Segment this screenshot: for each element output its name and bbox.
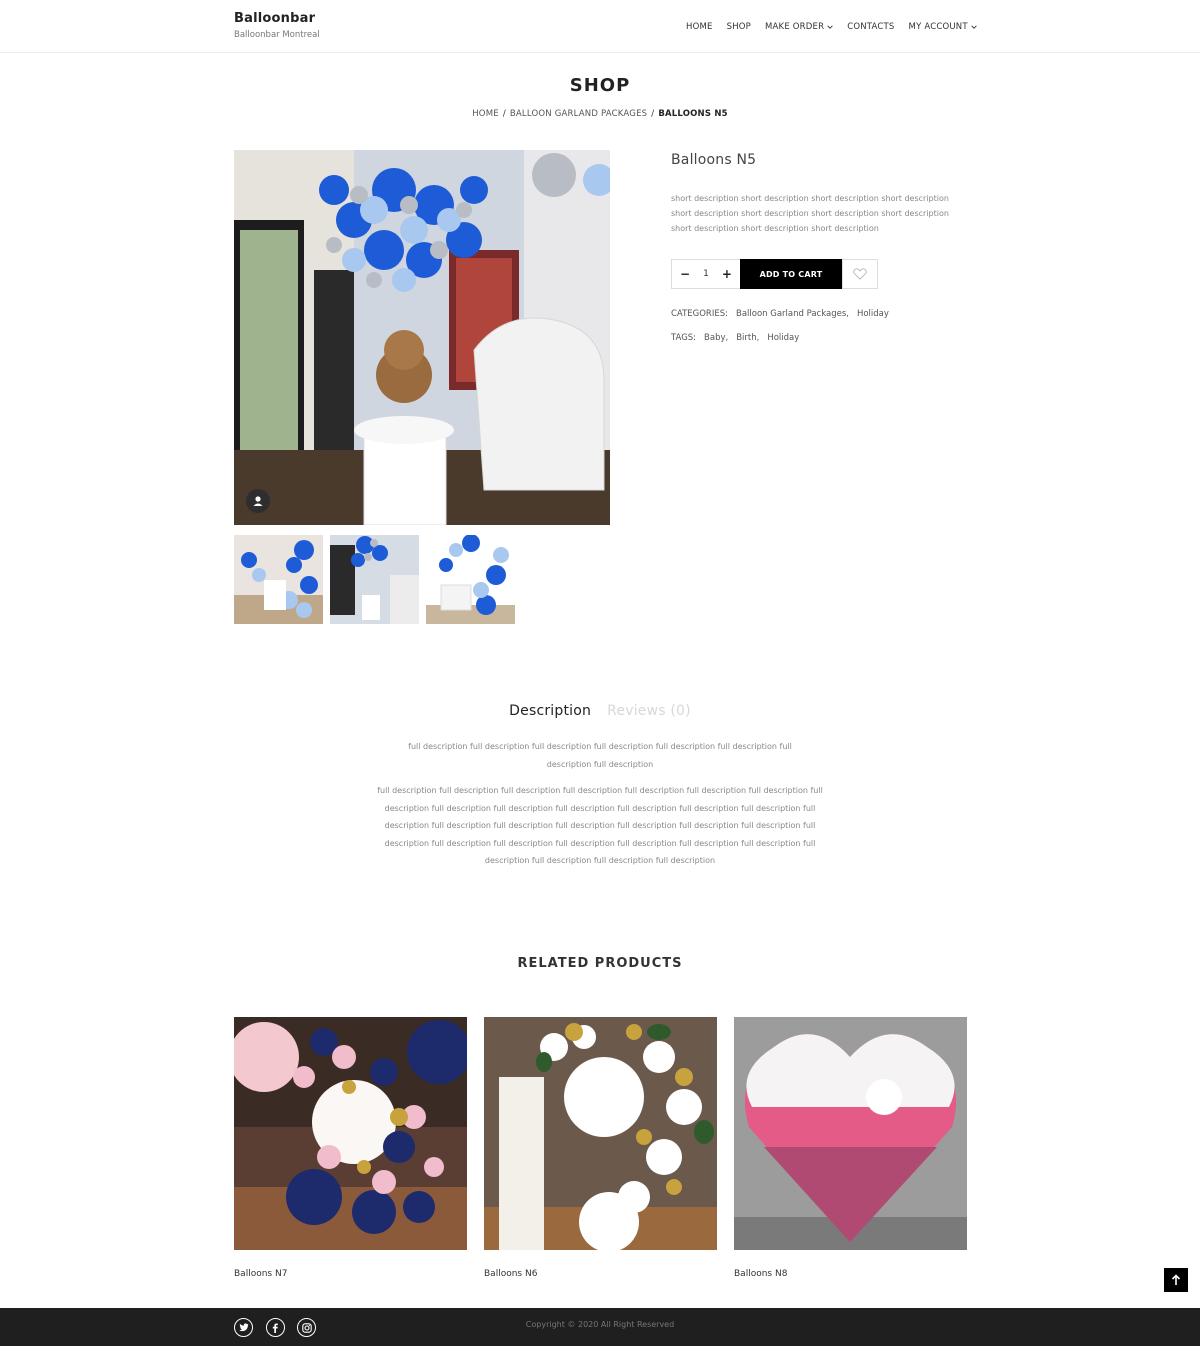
nav-contacts-label: CONTACTS [847, 22, 895, 32]
product-photo [484, 1017, 717, 1250]
nav-my-account[interactable]: MY ACCOUNT [909, 22, 977, 32]
main-nav: HOME SHOP MAKE ORDER CONTACTS MY ACCOUNT [686, 22, 991, 32]
scroll-to-top-button[interactable] [1164, 1268, 1188, 1292]
page-title: SHOP [569, 75, 631, 96]
tag-link[interactable]: Baby, [704, 333, 728, 343]
chevron-down-icon [971, 25, 977, 29]
thumbnail-image [330, 535, 419, 624]
category-link[interactable]: Balloon Garland Packages, [736, 309, 849, 319]
breadcrumb-category[interactable]: BALLOON GARLAND PACKAGES [510, 109, 647, 119]
wishlist-button[interactable] [842, 259, 878, 289]
tag-link[interactable]: Holiday [767, 333, 799, 343]
related-product-image[interactable] [484, 1017, 717, 1250]
nav-shop-label: SHOP [726, 22, 751, 32]
related-product-image[interactable] [234, 1017, 467, 1250]
chevron-down-icon [827, 25, 833, 29]
product-tabs: Description Reviews (0) [0, 703, 1200, 719]
breadcrumb-separator: / [502, 109, 506, 119]
breadcrumb: HOME / BALLOON GARLAND PACKAGES / BALLOONS N… [0, 109, 1200, 119]
arrow-up-icon [1171, 1274, 1181, 1285]
product-photo [234, 1017, 467, 1250]
thumbnail-image [234, 535, 323, 624]
thumbnail-1[interactable] [234, 535, 323, 624]
tab-reviews[interactable]: Reviews (0) [607, 703, 691, 719]
related-product-name[interactable]: Balloons N8 [734, 1269, 967, 1279]
related-product-image[interactable] [734, 1017, 967, 1250]
nav-make-order[interactable]: MAKE ORDER [765, 22, 833, 32]
related-products-title: RELATED PRODUCTS [517, 956, 683, 971]
breadcrumb-separator: / [651, 109, 655, 119]
nav-shop[interactable]: SHOP [727, 22, 751, 32]
related-product-card[interactable]: Balloons N6 [484, 1017, 717, 1279]
tab-description[interactable]: Description [509, 703, 591, 719]
quantity-stepper: − 1 + [671, 259, 741, 289]
category-link[interactable]: Holiday [857, 309, 889, 319]
product-photo [234, 150, 610, 525]
nav-make-order-label: MAKE ORDER [765, 22, 825, 32]
brand[interactable]: Balloonbar Balloonbar Montreal [234, 11, 320, 40]
description-paragraph: full description full description full d… [408, 742, 792, 769]
tags-label: TAGS: [671, 333, 697, 343]
thumbnail-3[interactable] [426, 535, 515, 624]
quantity-increase-button[interactable]: + [722, 268, 732, 280]
tag-link[interactable]: Birth, [736, 333, 759, 343]
thumbnail-gallery [234, 535, 522, 624]
related-product-name[interactable]: Balloons N6 [484, 1269, 717, 1279]
user-avatar-button[interactable] [246, 489, 270, 513]
quantity-input[interactable]: 1 [703, 269, 709, 279]
add-to-cart-button[interactable]: ADD TO CART [740, 259, 842, 289]
thumbnail-image [426, 535, 515, 624]
breadcrumb-home[interactable]: HOME [472, 109, 499, 119]
product-tags: TAGS: Baby, Birth, Holiday [671, 333, 807, 343]
user-icon [253, 496, 263, 506]
description-paragraph: full description full description full d… [377, 786, 823, 865]
nav-my-account-label: MY ACCOUNT [908, 22, 968, 32]
product-short-description: short description short description shor… [671, 194, 949, 233]
product-title: Balloons N5 [671, 152, 757, 168]
heart-icon [853, 268, 867, 280]
thumbnail-2[interactable] [330, 535, 419, 624]
related-product-card[interactable]: Balloons N8 [734, 1017, 967, 1279]
breadcrumb-current: BALLOONS N5 [658, 109, 728, 119]
related-product-name[interactable]: Balloons N7 [234, 1269, 467, 1279]
nav-home-label: HOME [686, 22, 713, 32]
product-main-image[interactable] [234, 150, 610, 525]
copyright-text: Copyright © 2020 All Right Reserved [525, 1320, 675, 1329]
categories-label: CATEGORIES: [671, 309, 728, 319]
nav-contacts[interactable]: CONTACTS [847, 22, 894, 32]
related-product-card[interactable]: Balloons N7 [234, 1017, 467, 1279]
quantity-decrease-button[interactable]: − [680, 268, 690, 280]
product-photo [734, 1017, 967, 1250]
nav-home[interactable]: HOME [686, 22, 713, 32]
brand-tagline: Balloonbar Montreal [234, 30, 320, 40]
product-categories: CATEGORIES: Balloon Garland Packages, Ho… [671, 309, 897, 319]
brand-name[interactable]: Balloonbar [234, 11, 320, 26]
site-header: Balloonbar Balloonbar Montreal HOME SHOP… [0, 0, 1200, 53]
site-footer: Copyright © 2020 All Right Reserved [0, 1308, 1200, 1346]
